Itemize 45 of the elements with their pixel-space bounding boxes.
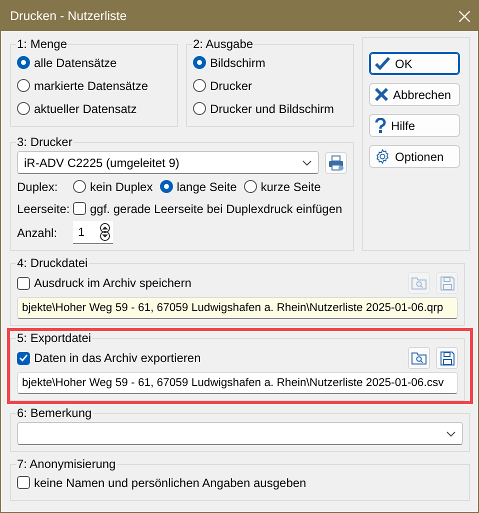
save-button[interactable] <box>436 347 458 369</box>
group-title: 1: Menge <box>16 37 68 51</box>
group-title: 5: Exportdatei <box>16 331 92 345</box>
checkbox[interactable]: Daten in das Archiv exportieren <box>17 348 201 368</box>
file-path-field[interactable]: bjekte\Hoher Weg 59 - 61, 67059 Ludwigshafen a. Rhein\Nutzerliste 2025-01-06.csv <box>17 372 458 394</box>
dialog-button[interactable]: Abbrechen <box>369 83 460 106</box>
close-icon[interactable] <box>459 10 470 22</box>
remark-dropdown[interactable] <box>17 422 463 445</box>
printer-settings-button[interactable] <box>325 152 347 174</box>
group-title: 3: Drucker <box>16 135 74 149</box>
group-title: 7: Anonymisierung <box>16 457 117 471</box>
check-icon <box>375 57 390 70</box>
blank-page-label: Leerseite: <box>17 202 71 216</box>
group-title: 6: Bemerkung <box>16 406 93 420</box>
radio-button[interactable]: Drucker und Bildschirm <box>193 99 347 118</box>
radio-button[interactable]: aktueller Datensatz <box>17 99 171 118</box>
chevron-down-icon <box>302 160 312 166</box>
chevron-down-icon <box>446 430 456 436</box>
dialog-button[interactable]: OK <box>369 52 460 75</box>
file-path-field[interactable]: bjekte\Hoher Weg 59 - 61, 67059 Ludwigshafen a. Rhein\Nutzerliste 2025-01-06.qrp <box>17 297 458 319</box>
group-title: 2: Ausgabe <box>192 37 254 51</box>
printer-dropdown[interactable]: iR-ADV C2225 (umgeleitet 9) <box>17 151 319 174</box>
spin-arrows-icon[interactable] <box>99 223 111 241</box>
copies-spinner[interactable]: 1 <box>73 221 113 244</box>
radio-button[interactable]: Bildschirm <box>193 53 347 72</box>
checkmark-icon <box>19 354 28 362</box>
gear-icon <box>375 149 390 164</box>
close-icon <box>375 88 388 101</box>
window-title: Drucken - Nutzerliste <box>10 9 127 23</box>
radio-button[interactable]: markierte Datensätze <box>17 76 171 95</box>
group-title: 4: Druckdatei <box>16 256 89 270</box>
checkbox[interactable]: Ausdruck im Archiv speichern <box>17 274 192 292</box>
dialog-button[interactable]: Optionen <box>369 145 460 168</box>
browse-folder-button[interactable] <box>408 347 430 369</box>
copies-label: Anzahl: <box>17 226 58 240</box>
dialog-button[interactable]: Hilfe <box>369 114 460 137</box>
radio-button[interactable]: kein Duplex <box>73 177 153 196</box>
duplex-label: Duplex: <box>17 180 59 194</box>
radio-button[interactable]: Drucker <box>193 76 347 95</box>
question-mark-icon <box>375 118 386 133</box>
checkbox[interactable]: ggf. gerade Leerseite bei Duplexdruck einfügen <box>73 199 342 218</box>
checkbox[interactable]: keine Namen und persönlichen Angaben ausgeben <box>17 473 463 492</box>
radio-button[interactable]: alle Datensätze <box>17 53 171 72</box>
radio-button[interactable]: lange Seite <box>160 177 237 196</box>
radio-button[interactable]: kurze Seite <box>244 177 321 196</box>
